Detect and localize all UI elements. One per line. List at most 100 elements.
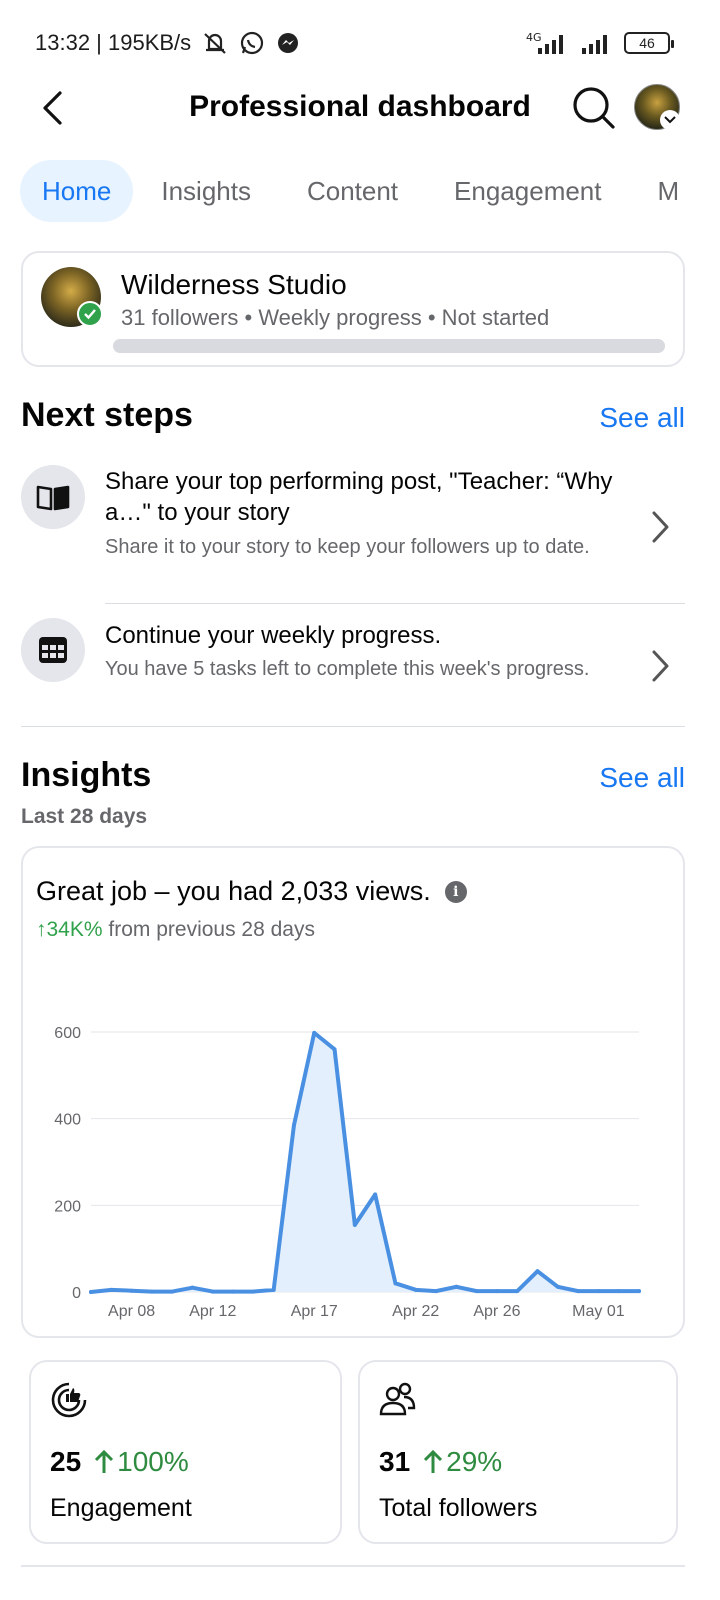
data-point: [413, 1287, 418, 1292]
x-tick-label: Apr 08: [108, 1303, 155, 1320]
step-title: Continue your weekly progress.: [105, 622, 442, 649]
data-point: [129, 1288, 134, 1293]
engagement-label: Engagement: [50, 1494, 192, 1522]
followers-value: 31: [379, 1446, 411, 1477]
battery-icon: 46: [624, 32, 674, 54]
next-steps-see-all-link[interactable]: See all: [599, 402, 685, 434]
status-time-speed: 13:32 | 195KB/s: [35, 30, 192, 55]
battery-level: 46: [639, 35, 655, 51]
status-left: 13:32 | 195KB/s: [35, 30, 301, 56]
network-label: 4G: [526, 31, 542, 44]
followers-change: 29%: [422, 1446, 502, 1478]
y-tick-label: 400: [54, 1112, 81, 1129]
step-icon-circle: [21, 465, 85, 529]
x-tick-label: May 01: [572, 1303, 625, 1320]
insights-heading: Insights: [21, 756, 152, 794]
status-bar: 13:32 | 195KB/s 4G 46: [0, 0, 720, 88]
chevron-right-icon: [645, 507, 675, 547]
data-point: [190, 1285, 195, 1290]
tab-more[interactable]: M: [630, 160, 708, 222]
status-right: 4G 46: [524, 30, 674, 56]
data-point: [149, 1289, 154, 1294]
step-divider: [105, 603, 685, 604]
status-notification-icons: [201, 30, 301, 56]
x-tick-label: Apr 22: [392, 1303, 439, 1320]
data-point: [535, 1269, 540, 1274]
bottom-divider: [21, 1565, 685, 1567]
data-point: [109, 1287, 114, 1292]
book-icon: [36, 485, 70, 511]
next-step-weekly-progress[interactable]: Continue your weekly progress. You have …: [21, 618, 685, 714]
data-point: [251, 1289, 256, 1294]
followers-label: Total followers: [379, 1494, 538, 1522]
signal-icon: [582, 35, 607, 54]
tab-home[interactable]: Home: [20, 160, 134, 222]
search-button[interactable]: [570, 84, 616, 130]
views-line-chart: 0 200 400 600 Apr 08 Apr 12 Apr 17 Apr 22 Apr 26…: [54, 1025, 641, 1320]
engagement-stat-card[interactable]: 25 100% Engagement: [29, 1360, 342, 1544]
data-point: [454, 1284, 459, 1289]
tab-bar: Home Insights Content Engagement M: [20, 160, 720, 222]
step-title: Share your top performing post, "Teacher…: [105, 468, 613, 526]
followers-stat-card[interactable]: 31 29% Total followers: [358, 1360, 678, 1544]
data-point: [474, 1289, 479, 1294]
header: Professional dashboard: [0, 78, 720, 138]
data-point: [596, 1289, 601, 1294]
x-tick-label: Apr 12: [189, 1303, 236, 1320]
data-point: [231, 1289, 236, 1294]
step-icon-circle: [21, 618, 85, 682]
data-point: [494, 1289, 499, 1294]
data-point: [373, 1192, 378, 1197]
profile-card[interactable]: Wilderness Studio 31 followers • Weekly …: [21, 251, 685, 367]
engagement-change: 100%: [93, 1446, 189, 1478]
tab-content[interactable]: Content: [279, 160, 426, 222]
step-description: Share it to your story to keep your foll…: [105, 536, 590, 558]
x-tick-label: Apr 26: [473, 1303, 520, 1320]
engagement-value-row: 25 100%: [50, 1446, 189, 1478]
data-point: [434, 1289, 439, 1294]
page-name: Wilderness Studio: [121, 269, 347, 300]
followers-icon: [378, 1380, 418, 1420]
area-fill: [91, 1032, 639, 1292]
step-description: You have 5 tasks left to complete this w…: [105, 658, 590, 680]
engagement-value: 25: [50, 1446, 82, 1477]
views-chart-card[interactable]: Great job – you had 2,033 views. i ↑34K%…: [21, 846, 685, 1338]
weekly-progress-bar: [113, 339, 665, 353]
verified-check-icon: [77, 301, 103, 327]
data-point: [555, 1284, 560, 1289]
insights-period: Last 28 days: [21, 805, 148, 828]
data-point: [352, 1222, 357, 1227]
calendar-grid-icon: [39, 637, 67, 663]
tab-engagement[interactable]: Engagement: [426, 160, 629, 222]
data-point: [576, 1289, 581, 1294]
chevron-down-icon[interactable]: [660, 110, 680, 130]
data-point: [210, 1289, 215, 1294]
search-icon: [573, 87, 615, 129]
section-divider: [21, 726, 685, 727]
data-point: [312, 1030, 317, 1035]
data-point: [89, 1290, 93, 1294]
next-step-share-post[interactable]: Share your top performing post, "Teacher…: [21, 464, 685, 590]
whatsapp-icon: [241, 31, 264, 55]
data-point: [637, 1289, 641, 1294]
signal-4g-icon: 4G: [526, 31, 563, 54]
tab-insights[interactable]: Insights: [133, 160, 279, 222]
insights-see-all-link[interactable]: See all: [599, 762, 685, 794]
data-point: [393, 1281, 398, 1286]
messenger-icon: [278, 33, 299, 53]
engagement-icon: [49, 1380, 89, 1420]
data-point: [616, 1289, 621, 1294]
arrow-up-icon: [424, 1449, 443, 1473]
y-tick-label: 0: [72, 1285, 81, 1302]
data-point: [291, 1123, 296, 1128]
arrow-up-icon: [95, 1449, 114, 1473]
next-steps-heading: Next steps: [21, 396, 193, 434]
y-tick-label: 600: [54, 1025, 81, 1042]
data-point: [515, 1289, 520, 1294]
x-tick-label: Apr 17: [291, 1303, 338, 1320]
engagement-change-value: 100%: [117, 1446, 189, 1477]
muted-bell-icon: [204, 33, 226, 54]
y-tick-label: 200: [54, 1198, 81, 1215]
data-point: [170, 1289, 175, 1294]
data-point: [271, 1287, 276, 1292]
